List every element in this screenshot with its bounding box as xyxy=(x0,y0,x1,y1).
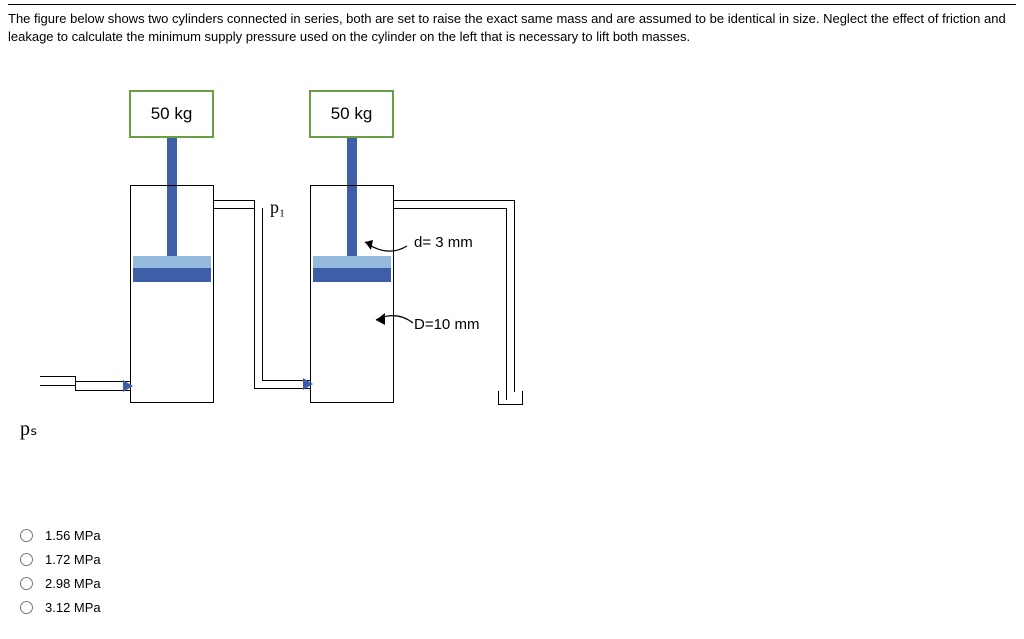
option-2-label: 1.72 MPa xyxy=(45,552,101,567)
d-small-label: d= 3 mm xyxy=(414,234,473,251)
d-large-label: D=10 mm xyxy=(414,316,479,333)
tank xyxy=(498,391,523,405)
p1-label: p₁ xyxy=(270,197,285,218)
mass-left-label: 50 kg xyxy=(151,104,193,124)
diagram: 50 kg 50 kg p₁ pₛ d= 3 mm D= xyxy=(0,80,1024,480)
arrow-p1 xyxy=(303,378,313,390)
ps-label: pₛ xyxy=(20,416,37,441)
mass-left: 50 kg xyxy=(129,90,214,138)
option-2-radio[interactable] xyxy=(20,553,33,566)
cylinder-right xyxy=(310,185,394,403)
arrow-supply xyxy=(123,380,133,392)
option-4-label: 3.12 MPa xyxy=(45,600,101,615)
option-1-radio[interactable] xyxy=(20,529,33,542)
mass-right-label: 50 kg xyxy=(331,104,373,124)
option-3-label: 2.98 MPa xyxy=(45,576,101,591)
option-4-radio[interactable] xyxy=(20,601,33,614)
question-text: The figure below shows two cylinders con… xyxy=(8,10,1016,46)
mass-right: 50 kg xyxy=(309,90,394,138)
option-3-radio[interactable] xyxy=(20,577,33,590)
cylinder-left xyxy=(130,185,214,403)
answer-options: 1.56 MPa 1.72 MPa 2.98 MPa 3.12 MPa xyxy=(20,528,101,624)
option-1-label: 1.56 MPa xyxy=(45,528,101,543)
